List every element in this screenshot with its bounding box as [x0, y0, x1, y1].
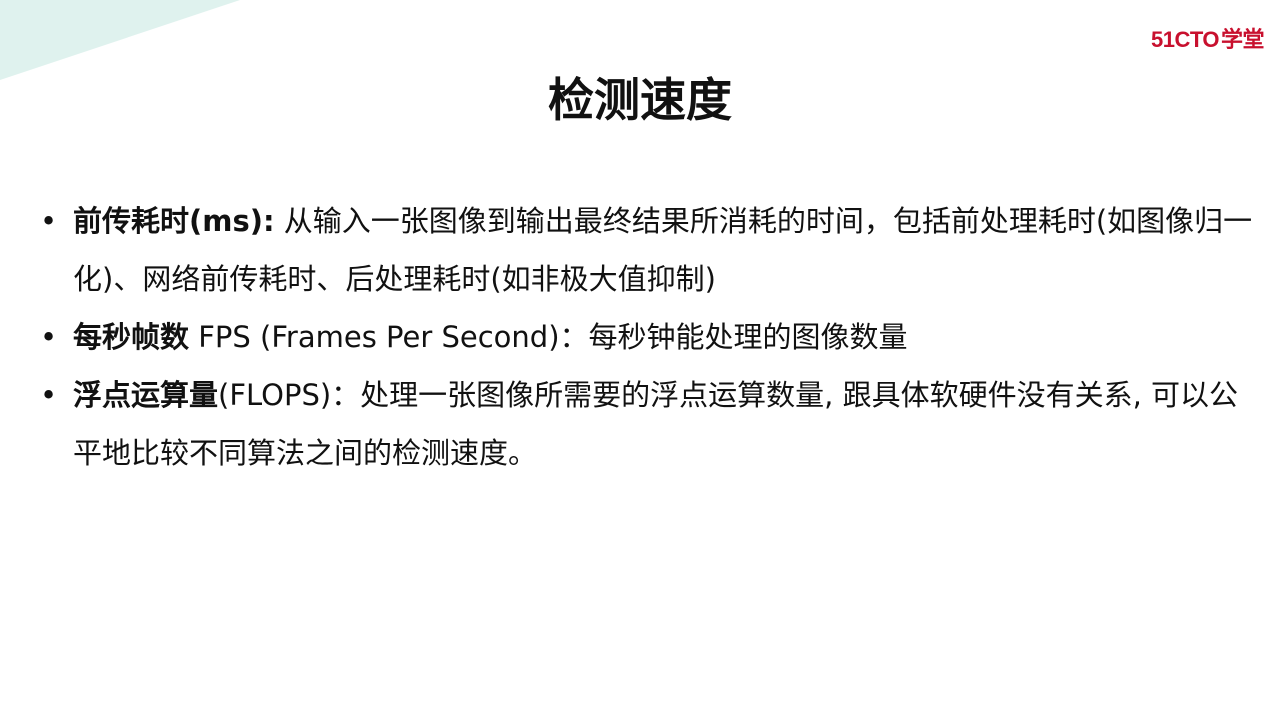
bullet-dot: •: [40, 378, 58, 412]
brand-logo-cn: 学堂: [1220, 27, 1265, 52]
bullet-dot: •: [40, 204, 58, 238]
bullet-text: (FLOPS)：处理一张图像所需要的浮点运算数量, 跟具体软硬件没有关系, 可以…: [73, 378, 1239, 470]
bullet-item-latency: • 前传耗时(ms): 从输入一张图像到输出最终结果所消耗的时间，包括前处理耗时…: [40, 192, 1255, 308]
page-title: 检测速度: [548, 73, 732, 127]
bullet-dot: •: [40, 320, 58, 354]
bullet-term: 每秒帧数: [73, 320, 190, 354]
bullet-item-flops: • 浮点运算量(FLOPS)：处理一张图像所需要的浮点运算数量, 跟具体软硬件没…: [40, 366, 1255, 482]
brand-logo-text: 51CTO: [1150, 27, 1220, 52]
brand-logo: 51CTO学堂: [1150, 22, 1265, 54]
bullet-term: 前传耗时(ms):: [73, 204, 275, 238]
bullet-item-fps: • 每秒帧数 FPS (Frames Per Second)：每秒钟能处理的图像…: [40, 308, 1255, 366]
bullet-term: 浮点运算量: [73, 378, 219, 412]
bullet-text: FPS (Frames Per Second)：每秒钟能处理的图像数量: [189, 320, 908, 354]
bullet-list: • 前传耗时(ms): 从输入一张图像到输出最终结果所消耗的时间，包括前处理耗时…: [40, 192, 1255, 482]
